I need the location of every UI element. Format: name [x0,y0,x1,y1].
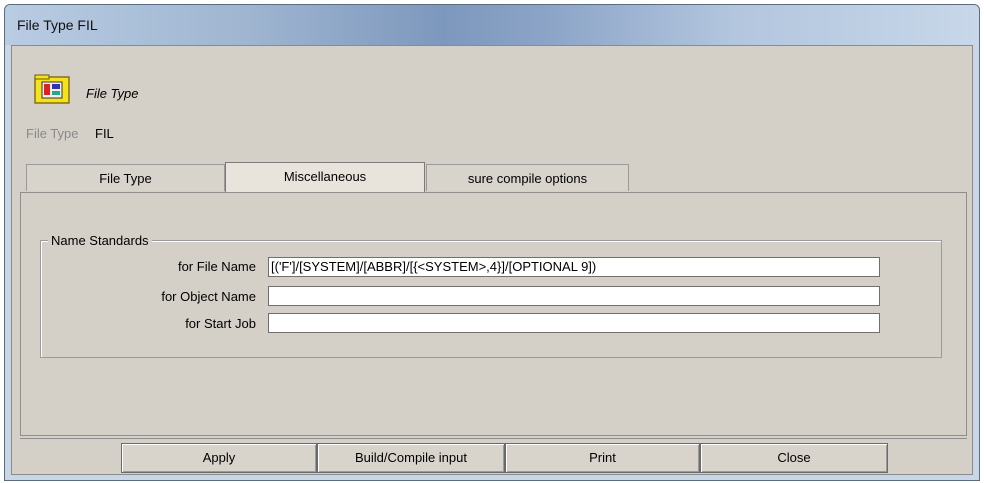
window: File Type FIL File Type File Type FIL Fi… [4,4,980,481]
start-job-label: for Start Job [185,316,256,331]
window-title: File Type FIL [17,17,98,33]
build-compile-input-button[interactable]: Build/Compile input [317,443,505,473]
header-caption: File Type [86,86,139,101]
client-area: File Type File Type FIL File Type Miscel… [11,45,973,475]
tab-sure-compile-options[interactable]: sure compile options [426,164,629,191]
close-button[interactable]: Close [700,443,888,473]
file-name-field[interactable]: [('F']/[SYSTEM]/[ABBR]/[{<SYSTEM>,4}]/[O… [268,257,880,277]
start-job-field[interactable] [268,313,880,333]
file-type-icon [34,74,70,104]
object-name-label: for Object Name [161,289,256,304]
apply-button[interactable]: Apply [121,443,317,473]
file-name-label: for File Name [177,259,256,274]
title-bar[interactable]: File Type FIL [5,5,979,45]
print-button[interactable]: Print [505,443,700,473]
tab-file-type[interactable]: File Type [26,164,225,191]
file-type-key-value: FIL [95,126,114,141]
tab-miscellaneous[interactable]: Miscellaneous [225,162,425,192]
object-name-field[interactable] [268,286,880,306]
group-title: Name Standards [48,233,152,248]
file-type-key-label: File Type [26,126,79,141]
